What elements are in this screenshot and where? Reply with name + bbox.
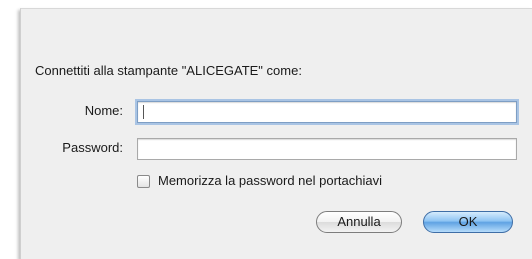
password-label: Password: xyxy=(62,140,123,155)
dialog-prompt: Connettiti alla stampante "ALICEGATE" co… xyxy=(35,63,302,78)
text-cursor xyxy=(143,105,144,119)
keychain-checkbox[interactable] xyxy=(137,175,150,188)
cancel-button[interactable]: Annulla xyxy=(316,211,402,233)
password-field[interactable] xyxy=(137,138,517,160)
name-field[interactable] xyxy=(137,101,517,123)
name-label: Nome: xyxy=(84,103,123,118)
ok-button[interactable]: OK xyxy=(423,211,513,233)
screen: Connettiti alla stampante "ALICEGATE" co… xyxy=(0,0,532,259)
keychain-checkbox-label[interactable]: Memorizza la password nel portachiavi xyxy=(158,173,382,188)
